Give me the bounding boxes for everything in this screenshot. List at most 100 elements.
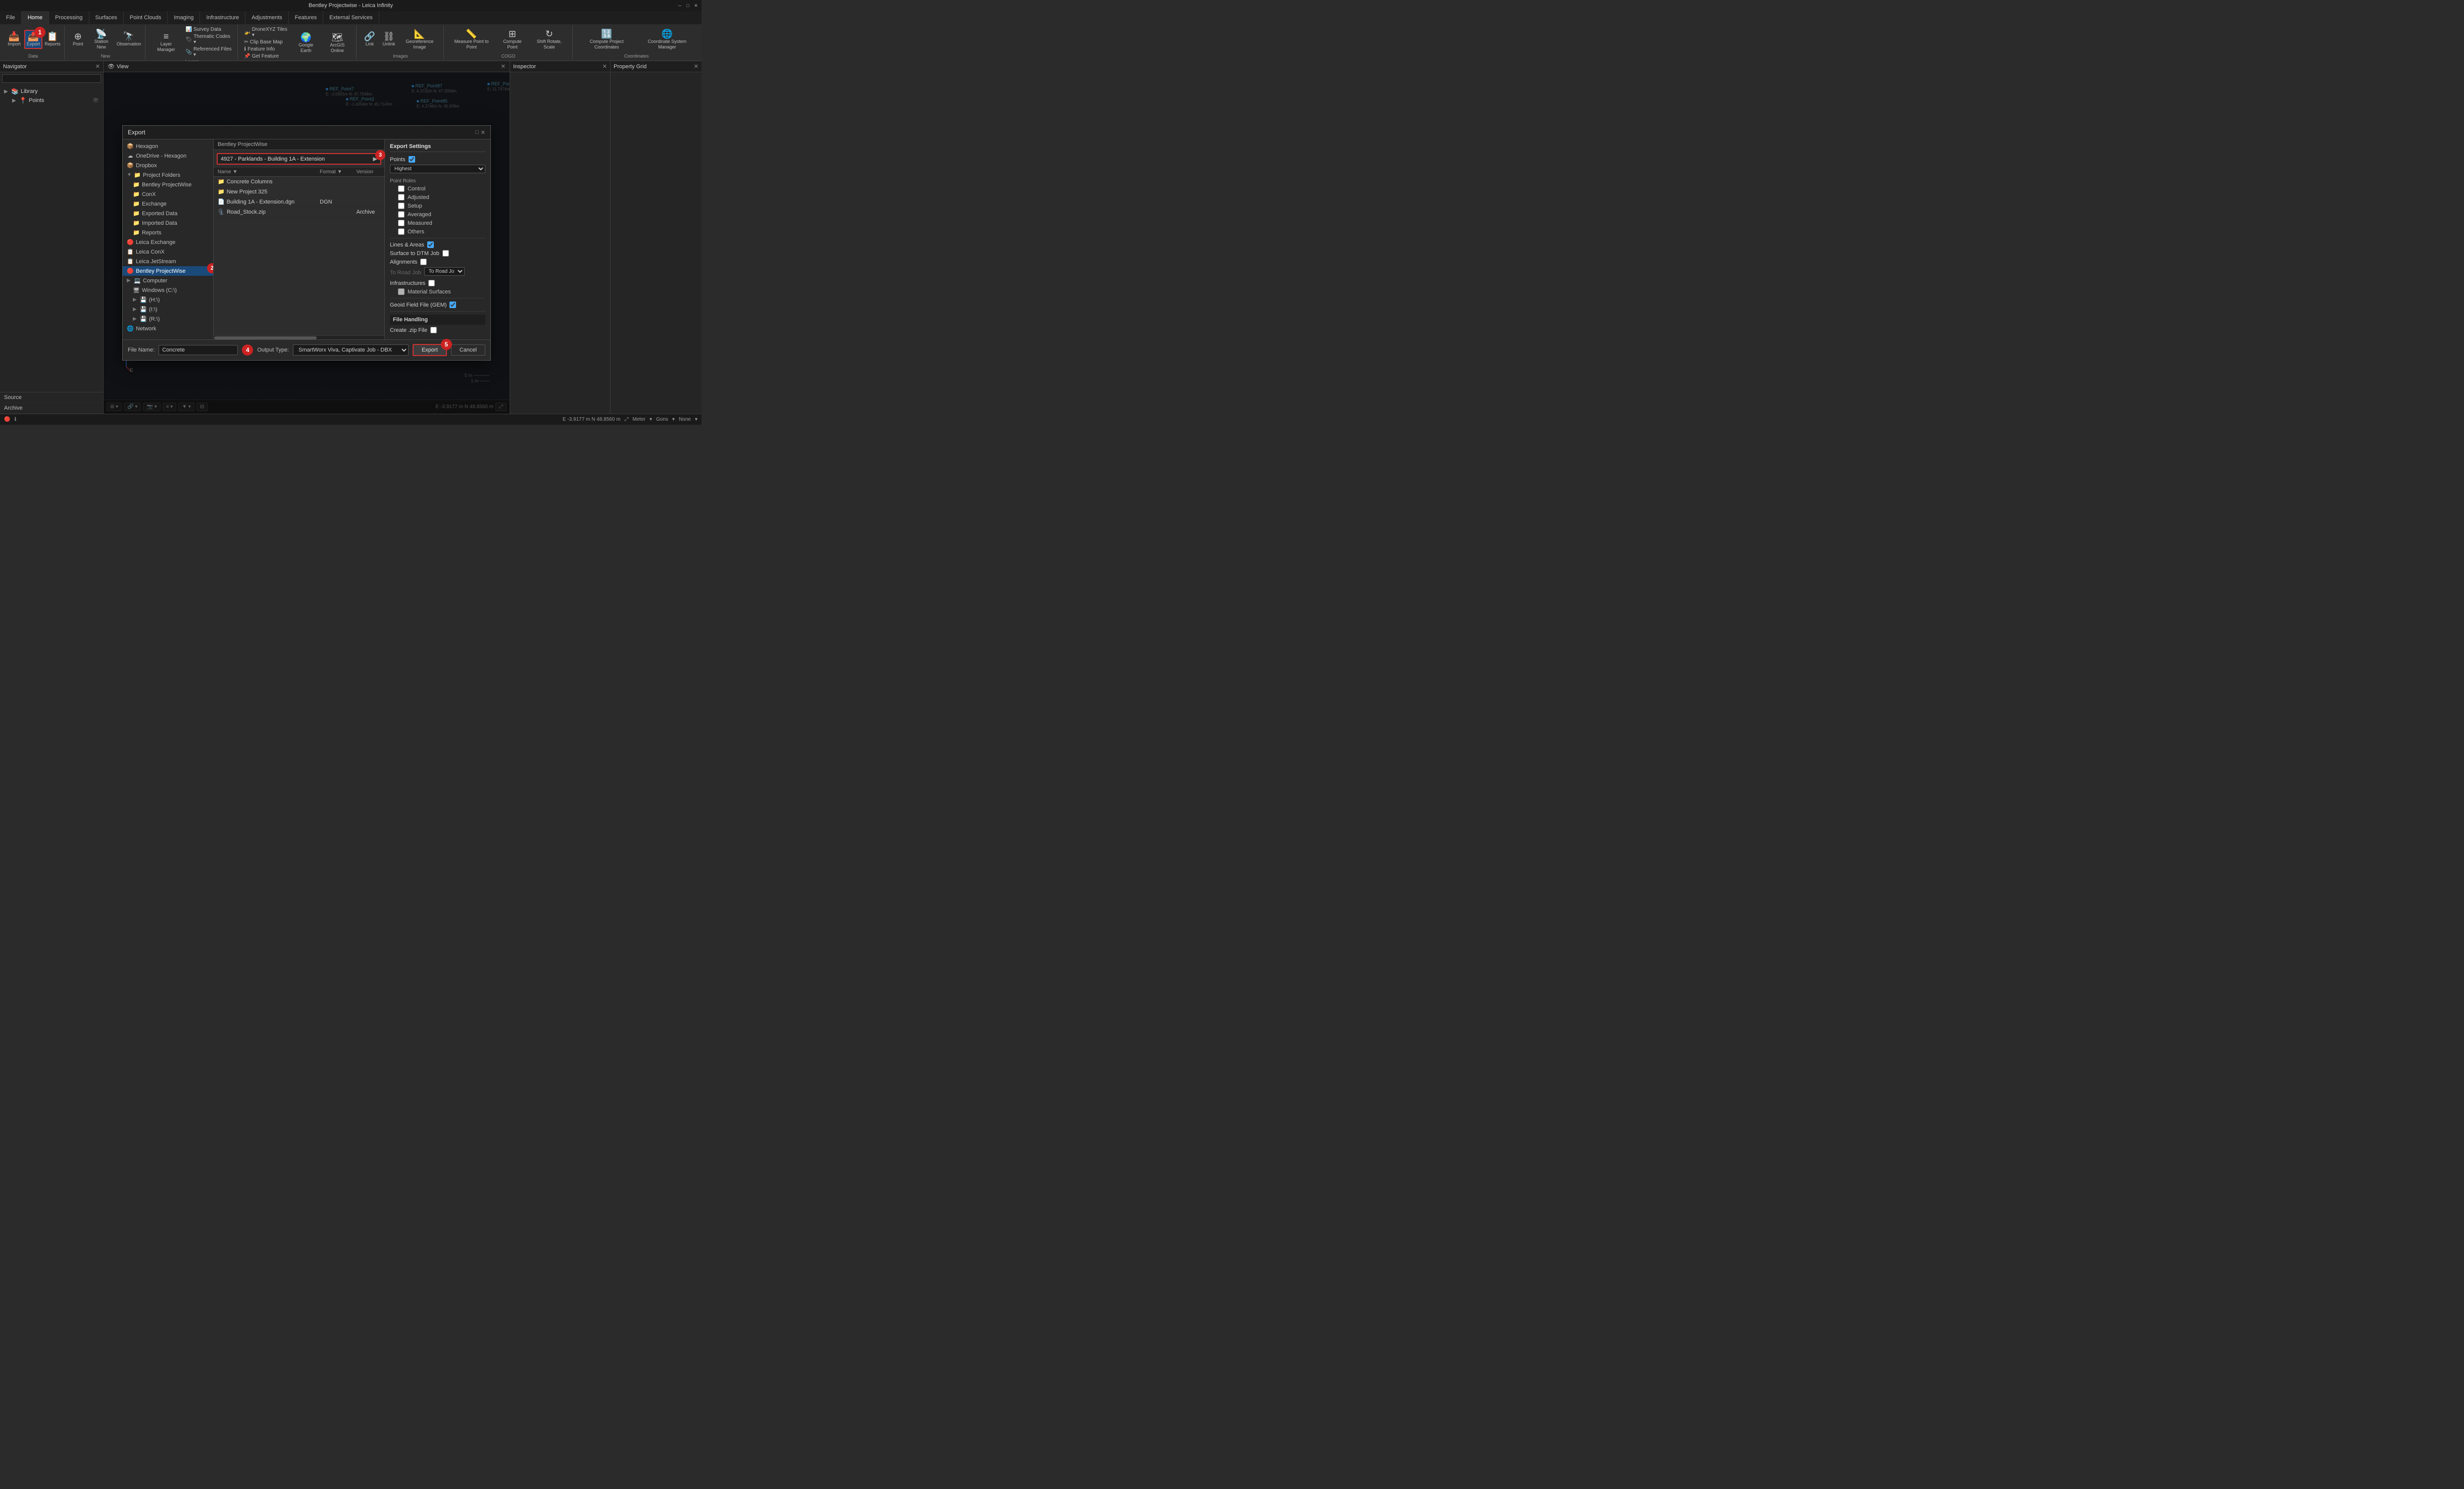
unlink-button[interactable]: ⛓ Unlink <box>380 31 398 48</box>
reports-button[interactable]: 📋 Reports <box>43 31 62 48</box>
export-button[interactable]: 📤 Export 1 <box>24 30 42 49</box>
tree-bentley-pw-sub[interactable]: 📁 Bentley ProjectWise <box>123 180 213 189</box>
tree-library[interactable]: ▶ 📚 Library <box>2 87 101 96</box>
file-row-road-zip[interactable]: 🗜Road_Stock.zip Archive <box>214 207 384 217</box>
lines-areas-checkbox[interactable] <box>427 241 434 248</box>
create-zip-checkbox[interactable] <box>430 327 437 333</box>
observation-button[interactable]: 🔭 Observation <box>116 31 142 48</box>
infrastructures-checkbox[interactable] <box>428 280 435 286</box>
tree-exported-data[interactable]: 📁 Exported Data <box>123 209 213 218</box>
link-button[interactable]: 🔗 Link <box>361 31 379 48</box>
col-name[interactable]: Name ▼ <box>214 168 316 177</box>
surface-dtm-checkbox[interactable] <box>442 250 449 257</box>
status-chevron-gons[interactable]: ▾ <box>672 417 675 422</box>
quality-select[interactable]: Highest <box>390 165 485 173</box>
feature-info-button[interactable]: ℹ Feature Info <box>242 46 290 53</box>
setup-checkbox[interactable] <box>398 203 405 209</box>
tab-point-clouds[interactable]: Point Clouds <box>124 11 168 24</box>
tree-leica-conx[interactable]: 📋 Leica ConX <box>123 247 213 257</box>
arcgis-online-button[interactable]: 🗺 ArcGIS Online <box>322 32 353 55</box>
tree-leica-jetstream[interactable]: 📋 Leica JetStream <box>123 257 213 266</box>
layer-manager-button[interactable]: ≡ Layer Manager <box>149 31 182 54</box>
tree-network[interactable]: 🌐 Network <box>123 324 213 333</box>
inspector-close[interactable]: ✕ <box>602 63 607 70</box>
dronexyz-button[interactable]: 🚁 DroneXYZ Tiles ▾ <box>242 26 290 38</box>
win-minimize[interactable]: ─ <box>676 2 683 9</box>
tab-features[interactable]: Features <box>289 11 323 24</box>
status-gons[interactable]: Gons <box>656 417 668 422</box>
tab-processing[interactable]: Processing <box>49 11 89 24</box>
view-canvas[interactable]: REF_Point7 E: -2.0001m N: 47.7548m REF_P… <box>104 72 510 414</box>
station-button[interactable]: 📡 Station New <box>88 28 115 51</box>
property-grid-close[interactable]: ✕ <box>694 63 698 70</box>
tree-conx[interactable]: 📁 ConX <box>123 189 213 199</box>
tab-imaging[interactable]: Imaging <box>168 11 200 24</box>
point-button[interactable]: ⊕ Point <box>69 31 87 48</box>
tree-reports[interactable]: 📁 Reports <box>123 228 213 237</box>
export-scrollbar[interactable] <box>214 335 384 339</box>
status-expand-icon[interactable]: ⤢ <box>625 417 629 422</box>
tree-points[interactable]: ▶ 📍 Points 👁 <box>2 96 101 105</box>
view-close[interactable]: ✕ <box>501 63 506 70</box>
nav-archive[interactable]: Archive <box>0 403 103 414</box>
navigator-close[interactable]: ✕ <box>95 63 100 70</box>
tab-file[interactable]: File <box>0 11 22 24</box>
file-row-building-dgn[interactable]: 📄Building 1A - Extension.dgn DGN <box>214 197 384 207</box>
dialog-close-icon[interactable]: ✕ <box>481 129 485 136</box>
nav-search-input[interactable] <box>2 74 101 83</box>
adjusted-checkbox[interactable] <box>398 194 405 201</box>
cancel-dialog-button[interactable]: Cancel <box>451 344 485 356</box>
tree-r-drive[interactable]: ▶ 💾 (R:\) <box>123 314 213 324</box>
win-maximize[interactable]: □ <box>684 2 691 9</box>
export-breadcrumb[interactable]: 4927 - Parklands - Building 1A - Extensi… <box>217 153 381 165</box>
status-meter[interactable]: Meter <box>633 417 646 422</box>
others-checkbox[interactable] <box>398 228 405 235</box>
clip-basemap-button[interactable]: ✂ Clip Base Map <box>242 39 290 45</box>
tree-h-drive[interactable]: ▶ 💾 (H:\) <box>123 295 213 305</box>
measured-checkbox[interactable] <box>398 220 405 226</box>
compute-point-button[interactable]: ⊞ Compute Point <box>496 28 528 51</box>
nav-source[interactable]: Source <box>0 392 103 403</box>
shift-rotate-button[interactable]: ↻ Shift Rotate, Scale <box>529 28 569 51</box>
thematic-codes-button[interactable]: 🏷 Thematic Codes ▾ <box>184 33 235 45</box>
tree-computer[interactable]: ▶ 💻 Computer <box>123 276 213 285</box>
averaged-checkbox[interactable] <box>398 211 405 218</box>
compute-project-button[interactable]: 🔢 Compute Project Coordinates <box>577 28 637 51</box>
tab-adjustments[interactable]: Adjustments <box>245 11 289 24</box>
to-road-job-select[interactable]: To Road Job <box>424 267 465 276</box>
tab-home[interactable]: Home <box>22 11 49 24</box>
tree-imported-data[interactable]: 📁 Imported Data <box>123 218 213 228</box>
tree-bentley-pw[interactable]: 🔴 Bentley ProjectWise 2 <box>123 266 213 276</box>
google-earth-button[interactable]: 🌍 Google Earth <box>291 32 321 55</box>
tab-infrastructure[interactable]: Infrastructure <box>200 11 245 24</box>
status-chevron-none[interactable]: ▾ <box>695 417 697 422</box>
col-version[interactable]: Version <box>353 168 384 177</box>
output-type-select[interactable]: SmartWorx Viva, Captivate Job - DBX <box>293 344 409 356</box>
coord-system-button[interactable]: 🌐 Coordinate System Manager <box>638 28 696 51</box>
points-visibility-icon[interactable]: 👁 <box>92 98 99 104</box>
tree-hexagon[interactable]: 📦 Hexagon <box>123 141 213 151</box>
tab-external-services[interactable]: External Services <box>323 11 379 24</box>
tab-surfaces[interactable]: Surfaces <box>89 11 124 24</box>
tree-dropbox[interactable]: 📦 Dropbox <box>123 161 213 170</box>
col-format[interactable]: Format ▼ <box>316 168 353 177</box>
status-chevron-meter[interactable]: ▾ <box>649 417 652 422</box>
tree-leica-exchange[interactable]: 🔴 Leica Exchange <box>123 237 213 247</box>
control-checkbox[interactable] <box>398 185 405 192</box>
win-close[interactable]: ✕ <box>692 2 699 9</box>
survey-data-button[interactable]: 📊 Survey Data <box>184 26 235 33</box>
geoid-checkbox[interactable] <box>449 302 456 308</box>
tree-i-drive[interactable]: ▶ 💾 (I:\) <box>123 305 213 314</box>
get-feature-button[interactable]: 📌 Get Feature <box>242 53 290 60</box>
points-checkbox[interactable] <box>409 156 415 163</box>
tree-exchange[interactable]: 📁 Exchange <box>123 199 213 209</box>
alignments-checkbox[interactable] <box>420 259 427 265</box>
georeference-button[interactable]: 📐 Georeference Image <box>399 28 440 51</box>
file-name-input[interactable] <box>159 345 238 355</box>
measure-point-button[interactable]: 📏 Measure Point to Point <box>448 28 495 51</box>
dialog-minimize-icon[interactable]: □ <box>475 129 479 136</box>
status-none[interactable]: None <box>679 417 691 422</box>
referenced-files-button[interactable]: 📎 Referenced Files ▾ <box>184 46 235 58</box>
tree-project-folders[interactable]: ▼ 📁 Project Folders <box>123 170 213 180</box>
file-row-new-project[interactable]: 📁New Project 325 <box>214 187 384 197</box>
